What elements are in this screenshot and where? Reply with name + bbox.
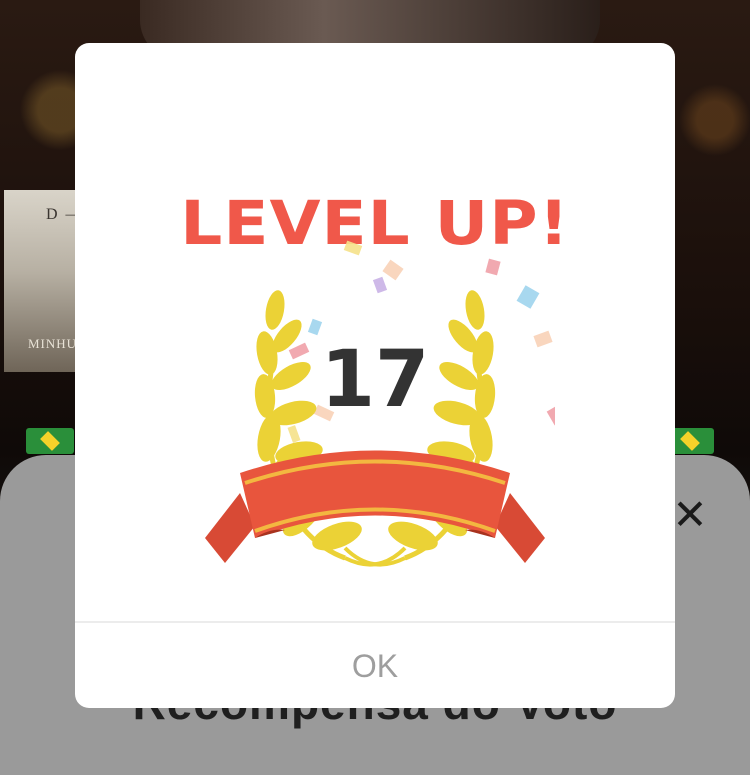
level-number: 17 xyxy=(320,335,430,425)
poster-subtitle: MINHU xyxy=(28,336,78,351)
level-up-dialog: LEVEL UP! 17 OK xyxy=(75,43,675,708)
close-icon[interactable]: ✕ xyxy=(670,494,710,536)
ribbon-icon xyxy=(205,450,545,563)
brazil-flag-icon xyxy=(26,428,74,454)
ok-button[interactable]: OK xyxy=(75,623,675,708)
